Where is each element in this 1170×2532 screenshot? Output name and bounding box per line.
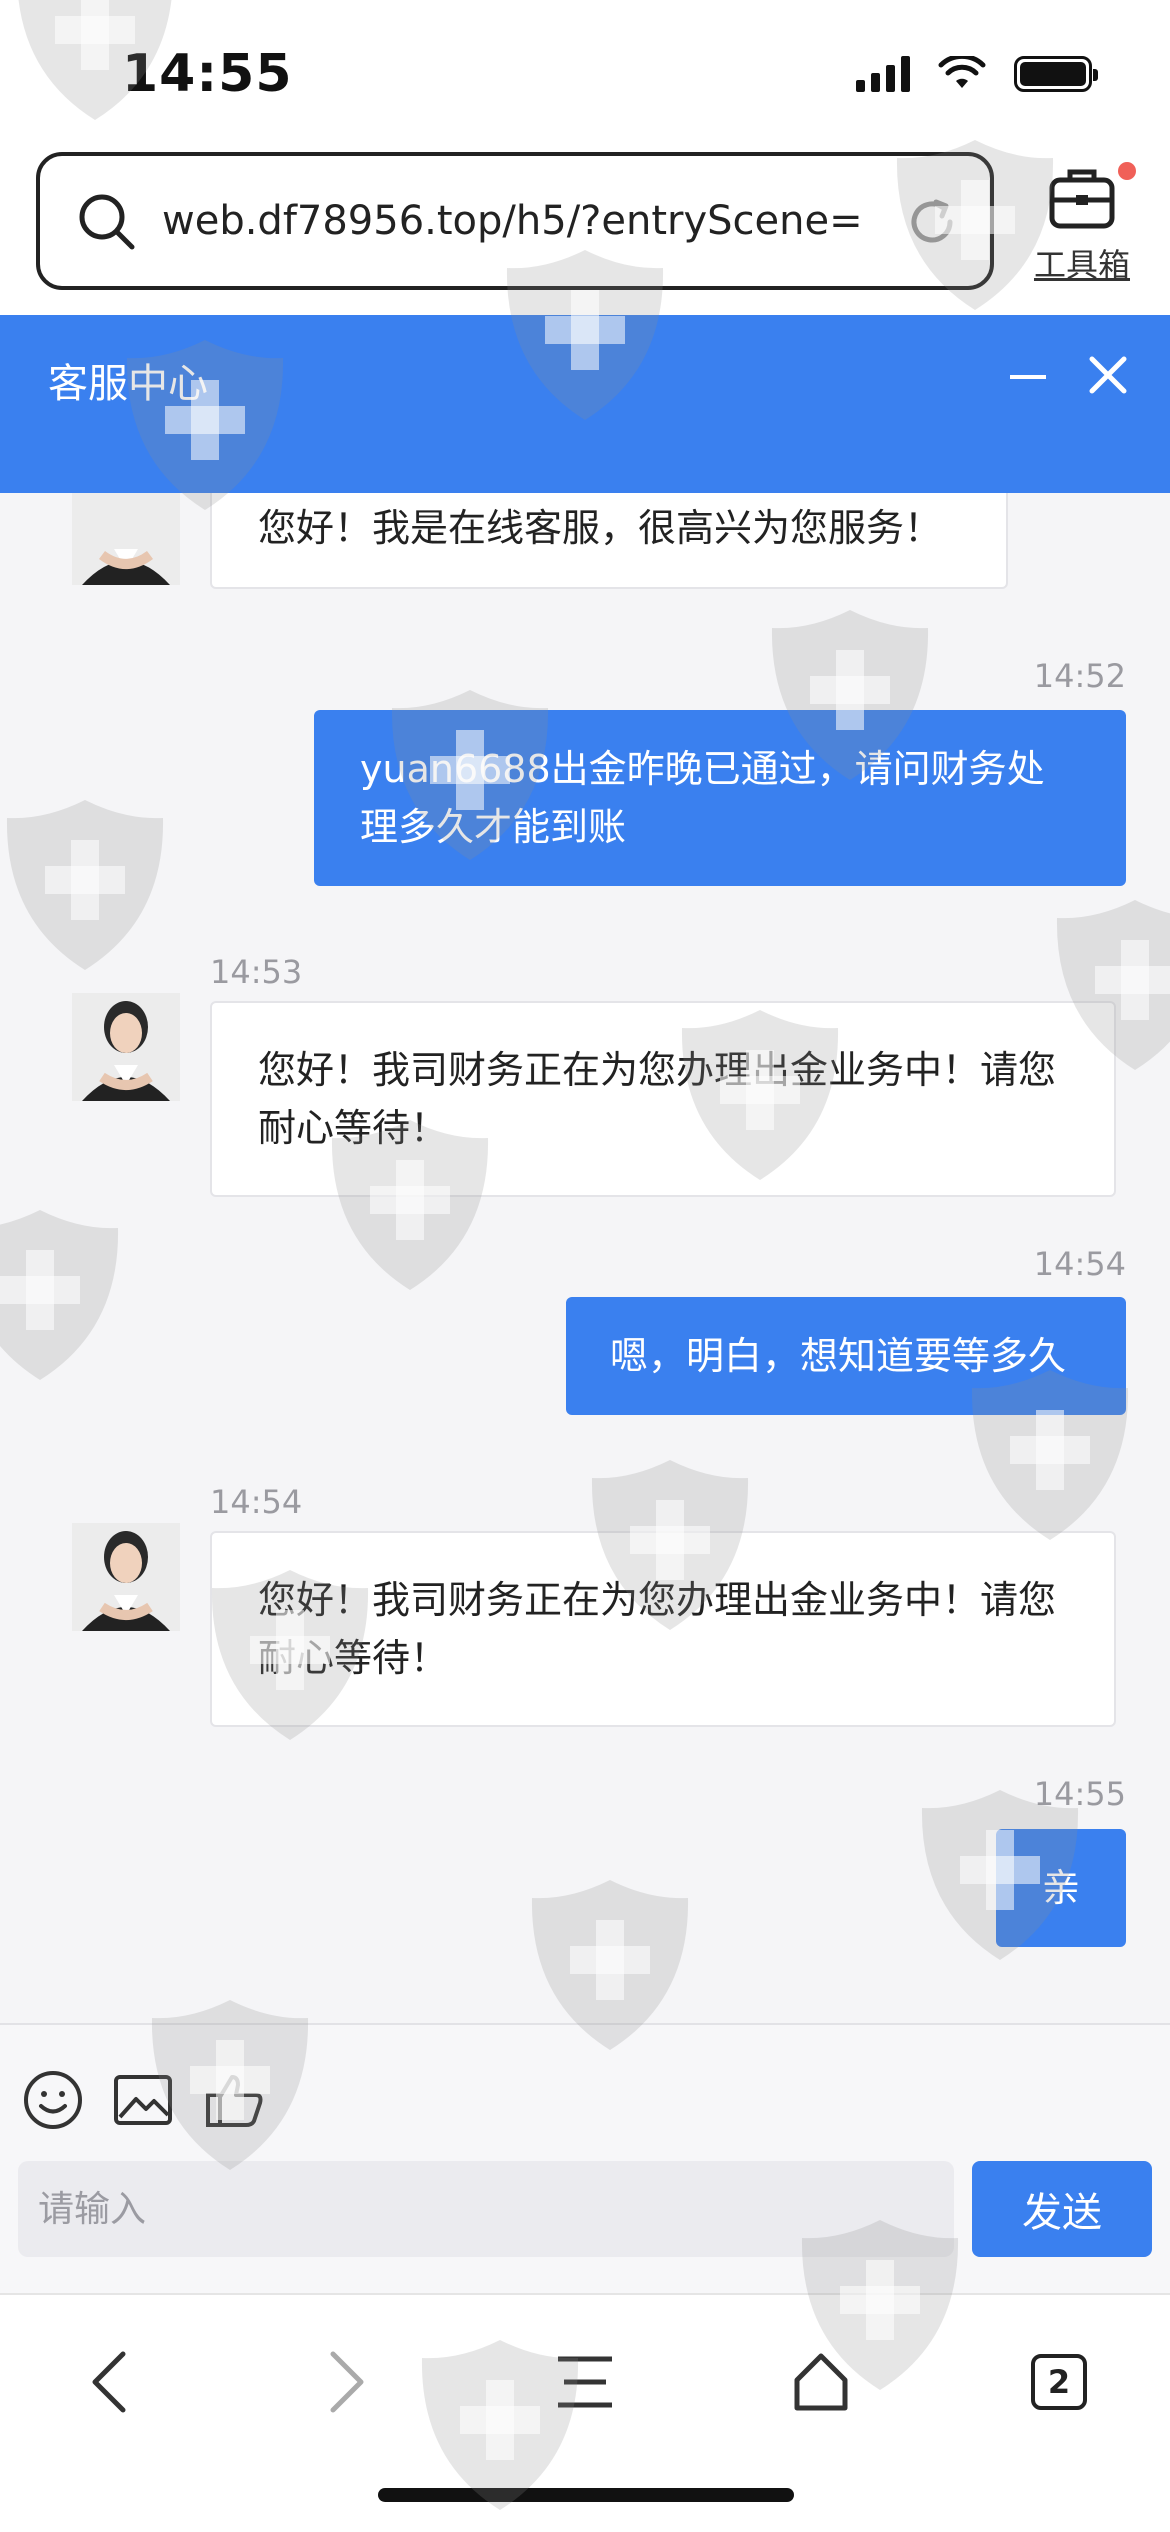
menu-icon: [558, 2356, 612, 2408]
chat-title: 客服中心: [48, 361, 208, 407]
send-button[interactable]: 发送: [972, 2161, 1152, 2257]
battery-icon: [1014, 56, 1098, 92]
notification-dot: [1118, 162, 1136, 180]
back-icon: [92, 2351, 126, 2413]
message-text: 您好！我是在线客服，很高兴为您服务！: [258, 506, 943, 550]
message-composer: 发送: [0, 2023, 1170, 2293]
agent-avatar: [72, 993, 180, 1101]
minimize-icon[interactable]: [1010, 375, 1046, 379]
message-time: 14:54: [1033, 1245, 1126, 1283]
image-icon[interactable]: [112, 2069, 174, 2131]
message-time: 14:54: [210, 1483, 303, 1521]
message-time: 14:52: [1033, 657, 1126, 695]
toolbox-button[interactable]: 工具箱: [1020, 162, 1144, 292]
toolbox-icon: [1049, 169, 1115, 229]
chat-message-list[interactable]: 您好！我是在线客服，很高兴为您服务！ 14:52 yuan6688出金昨晚已通过…: [0, 493, 1170, 2023]
status-time: 14:55: [122, 44, 293, 104]
message-text: 嗯，明白，想知道要等多久: [610, 1334, 1067, 1378]
chat-header: 客服中心: [0, 315, 1170, 493]
home-icon: [794, 2353, 848, 2411]
message-input[interactable]: [18, 2161, 954, 2257]
address-bar[interactable]: web.df78956.top/h5/?entryScene=...: [36, 152, 994, 290]
message-text: yuan6688出金昨晚已通过，请问财务处理多久才能到账: [360, 747, 1045, 849]
status-bar: 14:55: [0, 0, 1170, 150]
message-bubble-outgoing: yuan6688出金昨晚已通过，请问财务处理多久才能到账: [314, 710, 1126, 886]
search-icon: [79, 194, 135, 250]
menu-button[interactable]: [540, 2337, 630, 2427]
home-indicator: [378, 2488, 794, 2502]
message-time: 14:55: [1033, 1775, 1126, 1813]
status-icons: [856, 56, 1098, 92]
url-text[interactable]: web.df78956.top/h5/?entryScene=...: [162, 198, 862, 244]
forward-button[interactable]: [302, 2337, 392, 2427]
tabs-button[interactable]: 2: [1014, 2337, 1104, 2427]
message-text: 您好！我司财务正在为您办理出金业务中！请您耐心等待！: [258, 1048, 1057, 1150]
forward-icon: [330, 2351, 364, 2413]
toolbox-label[interactable]: 工具箱: [1020, 240, 1144, 286]
message-bubble-outgoing: 亲: [996, 1829, 1126, 1947]
message-text: 您好！我司财务正在为您办理出金业务中！请您耐心等待！: [258, 1578, 1057, 1680]
message-bubble-incoming: 您好！我司财务正在为您办理出金业务中！请您耐心等待！: [210, 1531, 1116, 1727]
message-bubble-incoming: 您好！我是在线客服，很高兴为您服务！: [210, 493, 1008, 589]
home-button[interactable]: [776, 2337, 866, 2427]
wifi-icon: [938, 56, 986, 88]
tabs-icon: 2: [1031, 2354, 1087, 2410]
message-time: 14:53: [210, 953, 303, 991]
agent-avatar: [72, 493, 180, 585]
close-icon[interactable]: [1088, 355, 1128, 395]
smile-icon[interactable]: [22, 2069, 84, 2131]
message-bubble-incoming: 您好！我司财务正在为您办理出金业务中！请您耐心等待！: [210, 1001, 1116, 1197]
back-button[interactable]: [64, 2337, 154, 2427]
refresh-icon[interactable]: [904, 194, 960, 250]
thumbs-up-icon[interactable]: [204, 2069, 266, 2131]
message-text: 亲: [1041, 1866, 1080, 1910]
agent-avatar: [72, 1523, 180, 1631]
signal-icon: [856, 56, 910, 92]
message-bubble-outgoing: 嗯，明白，想知道要等多久: [566, 1297, 1126, 1415]
